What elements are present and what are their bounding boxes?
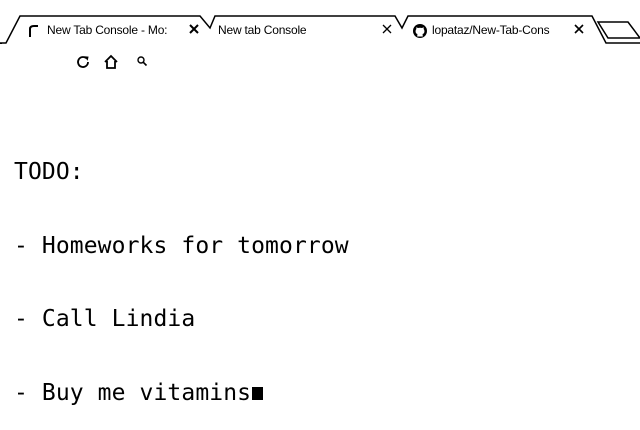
close-icon[interactable] xyxy=(189,24,199,34)
console-line: - Call Lindia xyxy=(14,306,196,332)
toolbar xyxy=(0,44,640,80)
console-line-heading: TODO: xyxy=(14,159,84,185)
github-icon xyxy=(413,24,427,38)
loading-spinner-icon xyxy=(29,25,38,37)
home-icon[interactable] xyxy=(101,52,121,72)
close-icon[interactable] xyxy=(574,24,584,34)
console-line: - Homeworks for tomorrow xyxy=(14,232,349,259)
console-textarea[interactable]: TODO: - Homeworks for tomorrow - Call Li… xyxy=(14,111,630,430)
new-tab-button[interactable] xyxy=(596,21,640,39)
text-cursor xyxy=(252,386,264,400)
console-line-text: - Buy me vitamins xyxy=(14,379,252,406)
console-line-last: - Buy me vitamins xyxy=(14,379,630,406)
search-icon[interactable] xyxy=(133,52,153,72)
close-icon[interactable] xyxy=(382,24,392,34)
tab-strip: New Tab Console - Mo: New tab Console lo… xyxy=(0,0,640,44)
tab-title: New Tab Console - Mo: xyxy=(47,23,168,37)
tab-title: New tab Console xyxy=(218,23,307,37)
tab-title: lopataz/New-Tab-Cons xyxy=(432,23,550,37)
reload-icon[interactable] xyxy=(73,52,93,72)
